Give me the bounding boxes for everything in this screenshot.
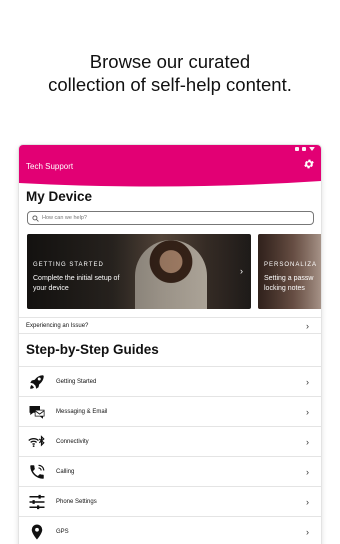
chevron-right-icon: › (306, 526, 309, 537)
gear-icon[interactable] (303, 158, 315, 170)
guide-item-messaging-email[interactable]: Messaging & Email › (19, 396, 321, 426)
chevron-right-icon: › (306, 496, 309, 507)
issue-label: Experiencing an Issue? (26, 322, 89, 329)
card-description: Complete the initial setup of your devic… (33, 275, 120, 292)
guide-label: Phone Settings (56, 498, 97, 505)
guide-label: Messaging & Email (56, 408, 108, 415)
messaging-icon (26, 403, 48, 421)
chevron-right-icon: › (306, 466, 309, 477)
guide-label: GPS (56, 528, 69, 535)
search-icon (32, 214, 39, 222)
guide-item-calling[interactable]: Calling › (19, 456, 321, 486)
chevron-right-icon: › (240, 266, 243, 276)
card-kicker: GETTING STARTED (33, 262, 104, 268)
chevron-right-icon: › (306, 436, 309, 447)
guide-label: Calling (56, 468, 75, 475)
guide-item-gps[interactable]: GPS › (19, 516, 321, 544)
guide-item-phone-settings[interactable]: Phone Settings › (19, 486, 321, 516)
my-device-title: My Device (26, 189, 93, 204)
card-getting-started[interactable]: GETTING STARTED Complete the initial set… (27, 234, 251, 309)
app-bar: Tech Support (19, 145, 321, 181)
phone-icon (26, 463, 48, 481)
chevron-right-icon: › (306, 376, 309, 387)
location-pin-icon (26, 523, 48, 541)
notification-icon (295, 147, 299, 151)
experiencing-issue-row[interactable]: Experiencing an Issue? › (19, 317, 321, 334)
card-personalization[interactable]: PERSONALIZA Setting a passw locking note… (258, 234, 321, 309)
sliders-icon (26, 493, 48, 511)
promo-line-2: collection of self-help content. (48, 74, 292, 95)
card-description: Setting a passw locking notes (264, 275, 314, 292)
status-bar (295, 147, 315, 151)
search-input[interactable] (42, 215, 302, 221)
header-curve (19, 177, 321, 187)
wifi-status-icon (302, 147, 306, 151)
wifi-bluetooth-icon (26, 433, 48, 451)
chevron-right-icon: › (306, 406, 309, 417)
app-title: Tech Support (26, 162, 74, 171)
guide-label: Getting Started (56, 378, 97, 385)
promo-heading: Browse our curated collection of self-he… (0, 50, 340, 96)
guide-item-connectivity[interactable]: Connectivity › (19, 426, 321, 456)
guide-item-getting-started[interactable]: Getting Started › (19, 366, 321, 396)
rocket-icon (26, 373, 48, 391)
search-field[interactable] (27, 211, 314, 225)
device-screen: Tech Support My Device GETTING STARTED C… (19, 145, 321, 544)
card-kicker: PERSONALIZA (264, 262, 318, 268)
promo-line-1: Browse our curated (89, 51, 251, 72)
guide-label: Connectivity (56, 438, 89, 445)
signal-icon (309, 147, 315, 151)
chevron-right-icon: › (306, 320, 309, 331)
guides-title: Step-by-Step Guides (26, 342, 159, 357)
